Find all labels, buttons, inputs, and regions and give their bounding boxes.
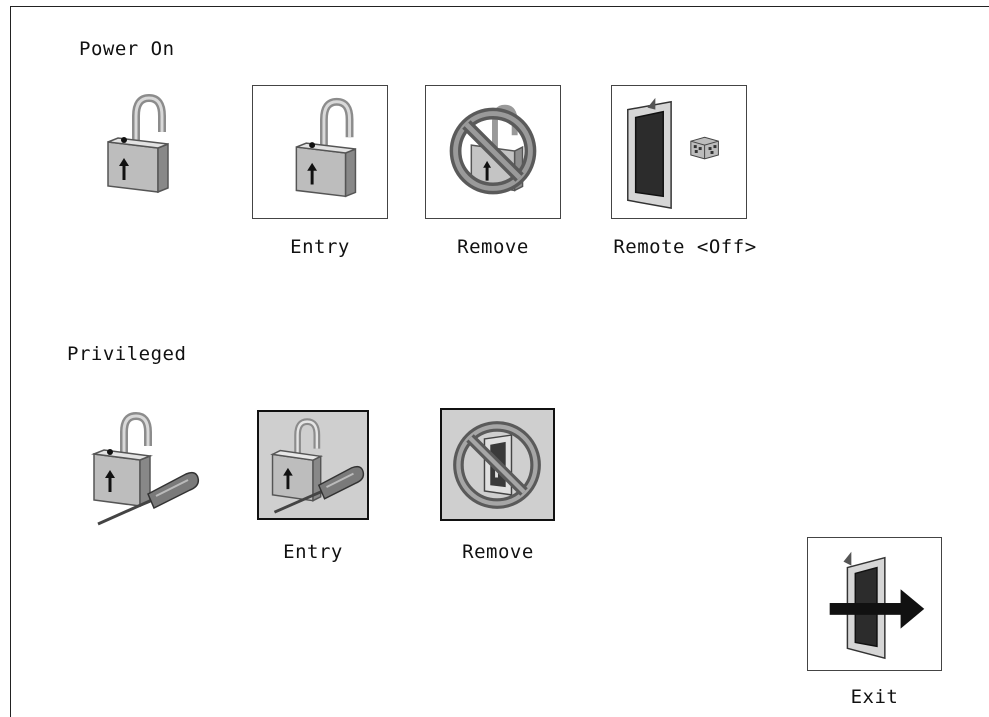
door-exit-arrow-icon: [829, 551, 925, 660]
privileged-entry-button[interactable]: [257, 410, 369, 520]
frame-left-line: [10, 6, 11, 717]
power-on-remote-button[interactable]: [611, 85, 747, 219]
padlock-open-icon: [88, 92, 178, 202]
padlock-screwdriver-icon: [78, 410, 204, 532]
privileged-entry-label: Entry: [283, 541, 343, 563]
power-on-entry-button[interactable]: [252, 85, 388, 219]
privileged-remove-button[interactable]: [440, 408, 555, 521]
power-on-remove-label: Remove: [457, 236, 529, 258]
padlock-prohibited-icon: [449, 104, 537, 195]
exit-label: Exit: [850, 686, 899, 708]
door-prohibited-icon: [453, 421, 541, 509]
power-on-remove-button[interactable]: [425, 85, 561, 219]
padlock-screwdriver-icon: [270, 418, 365, 514]
padlock-open-icon: [295, 97, 357, 198]
door-remote-icon: [627, 97, 719, 210]
privileged-heading: Privileged: [67, 343, 187, 365]
power-on-entry-label: Entry: [290, 236, 350, 258]
privileged-remove-label: Remove: [462, 541, 534, 563]
exit-button[interactable]: [807, 537, 942, 671]
power-on-heading: Power On: [79, 38, 175, 60]
frame-top-line: [10, 6, 989, 7]
power-on-remote-label: Remote <Off>: [613, 236, 757, 258]
